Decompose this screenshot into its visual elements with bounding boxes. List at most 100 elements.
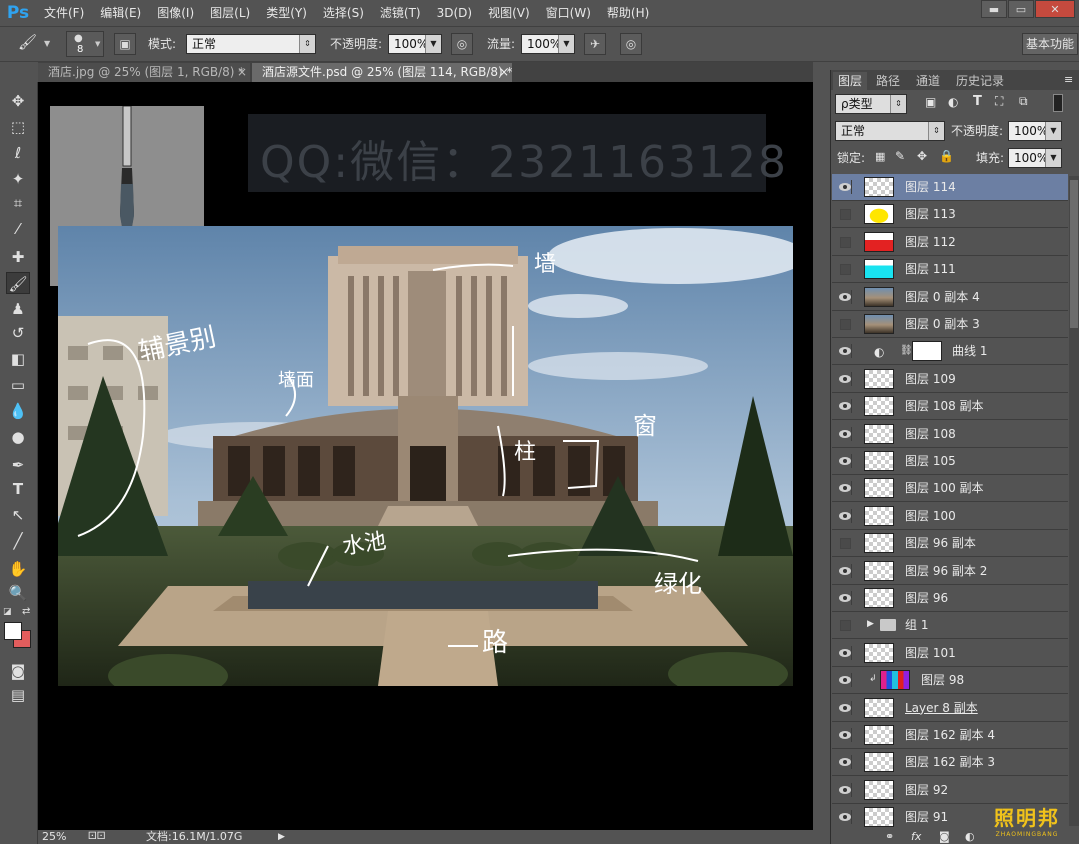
- eye-icon[interactable]: [838, 481, 852, 496]
- eye-icon[interactable]: [838, 289, 852, 304]
- lasso-tool-icon[interactable]: ℓ: [6, 142, 30, 164]
- filter-toggle-switch[interactable]: [1053, 94, 1063, 112]
- visibility-off-icon[interactable]: [840, 620, 851, 632]
- layer-thumbnail[interactable]: [864, 396, 894, 417]
- layer-row[interactable]: 图层 100 副本: [832, 475, 1068, 503]
- tab-hotel-psd[interactable]: 酒店源文件.psd @ 25% (图层 114, RGB/8) * ×: [252, 63, 512, 82]
- layer-name[interactable]: 图层 100 副本: [905, 475, 984, 502]
- zoom-tool-icon[interactable]: 🔍: [6, 582, 30, 604]
- eye-icon[interactable]: [838, 426, 852, 441]
- layer-thumbnail[interactable]: [864, 560, 894, 581]
- layer-row[interactable]: 图层 114: [832, 174, 1068, 201]
- menu-image[interactable]: 图像(I): [149, 0, 202, 26]
- layer-name[interactable]: 图层 0 副本 4: [905, 284, 980, 311]
- move-tool-icon[interactable]: ✥: [6, 90, 30, 112]
- mode-select[interactable]: 正常 ⇕: [186, 34, 316, 54]
- visibility-off-icon[interactable]: [840, 209, 851, 221]
- layer-name[interactable]: 图层 100: [905, 503, 956, 530]
- new-adjustment-icon[interactable]: ◐: [965, 830, 975, 843]
- menu-type[interactable]: 类型(Y): [258, 0, 315, 26]
- lock-all-icon[interactable]: 🔒: [939, 149, 954, 163]
- layer-thumbnail[interactable]: [864, 423, 894, 444]
- close-tab-icon[interactable]: ×: [237, 63, 247, 82]
- layer-thumbnail[interactable]: [864, 752, 894, 773]
- tab-paths[interactable]: 路径: [871, 72, 905, 90]
- eye-icon[interactable]: [838, 371, 852, 386]
- canvas-area[interactable]: QQ:微信：2321163128 辅景别 墙 墙面 窗 柱 水池 绿化 路: [38, 82, 813, 830]
- tab-hotel-jpg[interactable]: 酒店.jpg @ 25% (图层 1, RGB/8) * ×: [38, 63, 250, 82]
- filter-adjustment-icon[interactable]: ◐: [948, 95, 958, 109]
- eye-icon[interactable]: [838, 782, 852, 797]
- layer-thumbnail[interactable]: [864, 231, 894, 252]
- eye-icon[interactable]: [838, 399, 852, 414]
- layer-name[interactable]: 图层 108: [905, 421, 956, 448]
- mask-link-icon[interactable]: ⛓: [900, 345, 913, 356]
- pressure-opacity-icon[interactable]: ◎: [451, 33, 473, 55]
- layer-row[interactable]: 图层 109: [832, 365, 1068, 393]
- eye-icon[interactable]: [838, 728, 852, 742]
- layer-name[interactable]: 图层 101: [905, 640, 956, 667]
- layer-row[interactable]: 图层 0 副本 3: [832, 311, 1068, 338]
- eye-icon[interactable]: [838, 344, 852, 359]
- hand-tool-icon[interactable]: ✋: [6, 558, 30, 580]
- filter-smart-object-icon[interactable]: ⧉: [1019, 94, 1028, 109]
- eye-icon[interactable]: [838, 755, 852, 770]
- layer-row[interactable]: 图层 100: [832, 502, 1068, 530]
- foreground-color-swatch[interactable]: [4, 622, 22, 640]
- layer-row[interactable]: 图层 92: [832, 776, 1068, 804]
- zoom-level[interactable]: 25%: [42, 830, 66, 844]
- layer-name[interactable]: 组 1: [905, 612, 928, 639]
- layer-name[interactable]: 图层 98: [921, 667, 964, 694]
- layer-name[interactable]: 图层 114: [905, 174, 956, 201]
- workspace-button[interactable]: 基本功能: [1022, 33, 1078, 55]
- layer-row[interactable]: ▶ 组 1: [832, 612, 1068, 640]
- magic-wand-tool-icon[interactable]: ✦: [6, 168, 30, 190]
- lock-transparent-icon[interactable]: ▦: [875, 150, 885, 163]
- visibility-off-icon[interactable]: [840, 264, 851, 276]
- layer-name[interactable]: 图层 96 副本 2: [905, 558, 987, 585]
- restore-button[interactable]: ▭: [1008, 0, 1034, 18]
- layer-name[interactable]: 图层 105: [905, 448, 956, 475]
- brush-tool-icon[interactable]: 🖌: [18, 33, 42, 55]
- menu-view[interactable]: 视图(V): [480, 0, 538, 26]
- menu-3d[interactable]: 3D(D): [429, 0, 480, 26]
- menu-help[interactable]: 帮助(H): [599, 0, 657, 26]
- layer-name[interactable]: 图层 0 副本 3: [905, 311, 980, 338]
- layer-row[interactable]: 图层 96 副本 2: [832, 557, 1068, 585]
- eye-icon[interactable]: [838, 508, 852, 523]
- layer-thumbnail[interactable]: [864, 177, 894, 197]
- filter-type-icon[interactable]: T: [973, 94, 982, 109]
- fill-input[interactable]: 100% ▼: [1008, 148, 1062, 168]
- layer-name[interactable]: 图层 108 副本: [905, 393, 984, 420]
- layer-row[interactable]: 图层 113: [832, 201, 1068, 229]
- visibility-off-icon[interactable]: [840, 319, 851, 330]
- layer-thumbnail[interactable]: [864, 533, 894, 554]
- minimize-button[interactable]: ▬: [981, 0, 1007, 18]
- pressure-size-icon[interactable]: ◎: [620, 33, 642, 55]
- layer-opacity-input[interactable]: 100% ▼: [1008, 121, 1062, 141]
- layer-filter-select[interactable]: ρ类型 ⇕: [835, 94, 907, 114]
- layer-thumbnail[interactable]: [864, 368, 894, 389]
- layer-name[interactable]: 图层 96: [905, 585, 948, 612]
- tab-history[interactable]: 历史记录: [951, 72, 1009, 90]
- brush-tool-icon[interactable]: 🖌: [6, 272, 30, 294]
- layer-thumbnail[interactable]: [864, 642, 894, 663]
- layer-row[interactable]: 图层 162 副本 3: [832, 749, 1068, 777]
- marquee-tool-icon[interactable]: ⬚: [6, 116, 30, 138]
- flow-input[interactable]: 100% ▼: [521, 34, 575, 54]
- path-select-tool-icon[interactable]: ↖: [6, 504, 30, 526]
- tab-channels[interactable]: 通道: [911, 72, 945, 90]
- menu-edit[interactable]: 编辑(E): [92, 0, 149, 26]
- close-button[interactable]: ✕: [1035, 0, 1075, 18]
- layer-row[interactable]: Layer 8 副本: [832, 694, 1068, 722]
- add-mask-icon[interactable]: ◙: [939, 830, 950, 843]
- filter-shape-icon[interactable]: ⛶: [995, 94, 1003, 109]
- layer-thumbnail[interactable]: [864, 779, 894, 800]
- close-tab-icon[interactable]: ×: [499, 63, 509, 82]
- layer-row[interactable]: 图层 111: [832, 256, 1068, 284]
- line-tool-icon[interactable]: ╱: [6, 530, 30, 552]
- layer-row[interactable]: ◐ ⛓ 曲线 1: [832, 338, 1068, 366]
- layer-row[interactable]: ↲ 图层 98: [832, 667, 1068, 695]
- layer-thumbnail[interactable]: [864, 286, 894, 307]
- layer-row[interactable]: 图层 108 副本: [832, 393, 1068, 421]
